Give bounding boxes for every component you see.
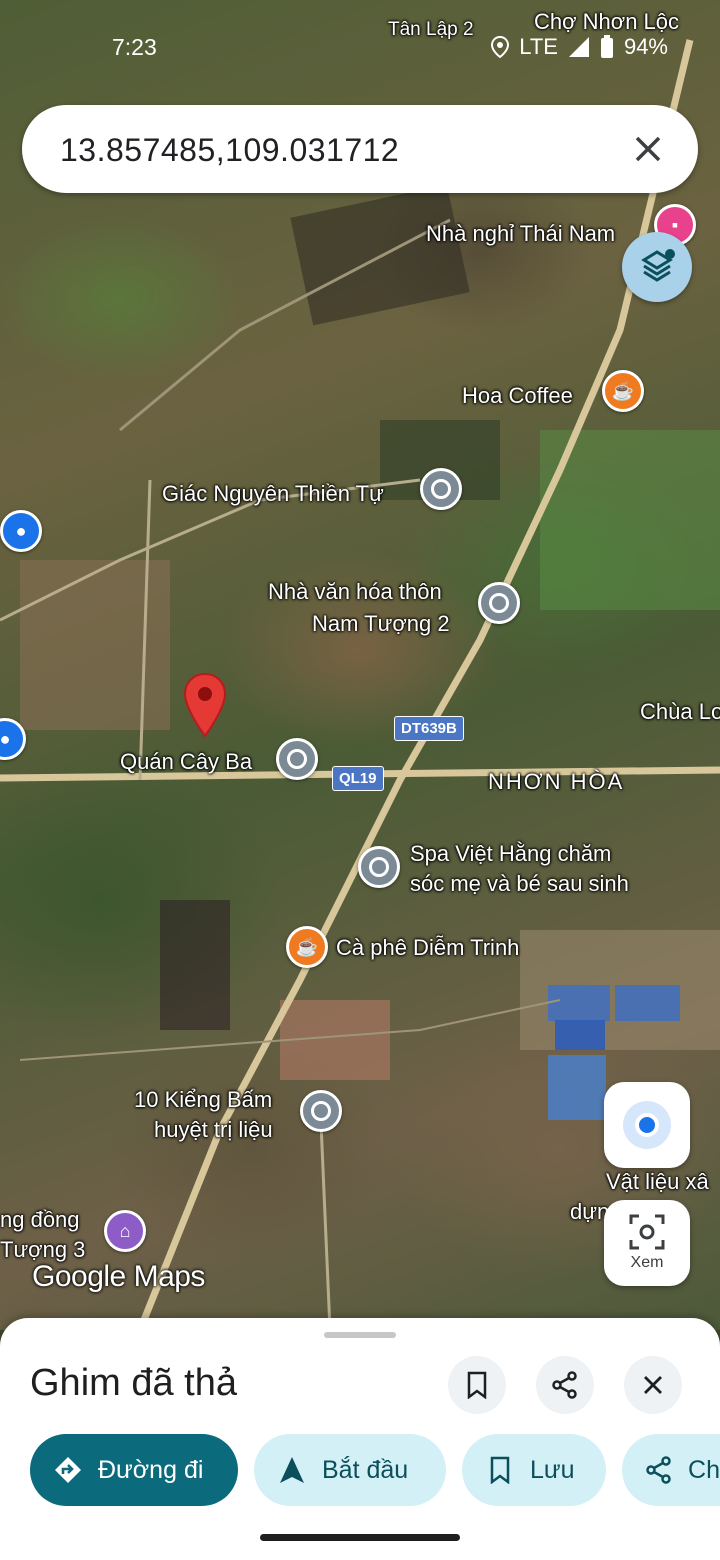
bookmark-icon: [467, 1371, 487, 1399]
google-maps-logo: Google Maps: [32, 1260, 205, 1293]
map-label: Spa Việt Hằng chăm: [410, 841, 612, 866]
battery-icon: [600, 35, 613, 58]
status-bar: 7:23 LTE 94%: [0, 0, 720, 90]
map-label: Hoa Coffee: [462, 383, 573, 408]
share-icon: [644, 1454, 674, 1486]
share-icon: [552, 1371, 577, 1399]
temple-pin-icon[interactable]: [420, 468, 462, 510]
search-bar[interactable]: 13.857485,109.031712: [22, 105, 698, 193]
map-label: 10 Kiểng Bấm: [134, 1087, 273, 1112]
share-chip-button[interactable]: Ch: [622, 1434, 720, 1506]
status-icons: LTE 94%: [491, 34, 668, 60]
directions-button[interactable]: Đường đi: [30, 1434, 238, 1506]
place-pin-icon[interactable]: [478, 582, 520, 624]
view-button[interactable]: Xem: [604, 1200, 690, 1286]
my-location-button[interactable]: [604, 1082, 690, 1168]
bookmark-icon: [484, 1454, 516, 1486]
clear-search-button[interactable]: [626, 127, 670, 171]
map-label: Nam Tượng 2: [312, 611, 450, 636]
place-sheet[interactable]: Ghim đã thả Đường đi Bắt đầu Lưu Ch: [0, 1318, 720, 1560]
map-label: huyệt trị liệu: [154, 1117, 273, 1142]
coffee-pin-icon[interactable]: ☕: [602, 370, 644, 412]
directions-label: Đường đi: [98, 1455, 204, 1484]
start-label: Bắt đầu: [322, 1455, 409, 1484]
my-location-icon: [635, 1113, 659, 1137]
share-label: Ch: [688, 1455, 720, 1484]
battery-level: 94%: [623, 34, 668, 59]
map-label: Nhà nghỉ Thái Nam: [426, 221, 616, 246]
map-label: Chùa Lo: [640, 699, 720, 724]
start-button[interactable]: Bắt đầu: [254, 1434, 446, 1506]
map-label: Cà phê Diễm Trinh: [336, 935, 520, 960]
road-shield-ql19: QL19: [332, 766, 384, 791]
map-label: Vật liệu xâ: [606, 1169, 709, 1194]
close-icon: [635, 136, 661, 162]
shop-pin-icon[interactable]: ●: [0, 510, 42, 552]
network-type: LTE: [519, 34, 558, 59]
map-label: Giác Nguyên Thiền Tự: [162, 481, 384, 506]
save-bookmark-button[interactable]: [448, 1356, 506, 1414]
signal-icon: [568, 37, 589, 57]
map-label: Quán Cây Ba: [120, 749, 253, 774]
layers-button[interactable]: [622, 232, 692, 302]
close-icon: [644, 1376, 662, 1394]
map-label: Nhà văn hóa thôn: [268, 579, 442, 604]
place-pin-icon[interactable]: [358, 846, 400, 888]
status-time: 7:23: [112, 34, 157, 60]
save-button[interactable]: Lưu: [462, 1434, 606, 1506]
map-label: sóc mẹ và bé sau sinh: [410, 871, 629, 896]
view-button-label: Xem: [630, 1254, 664, 1271]
community-pin-icon[interactable]: ⌂: [104, 1210, 146, 1252]
directions-icon: [52, 1454, 84, 1486]
camera-icon: [629, 1214, 665, 1250]
place-title: Ghim đã thả: [30, 1362, 237, 1404]
map-label: ng đồng: [0, 1207, 80, 1232]
dropped-pin-icon[interactable]: [182, 672, 228, 738]
place-pin-icon[interactable]: [300, 1090, 342, 1132]
navigation-arrow-icon: [276, 1454, 308, 1486]
map-label: NHƠN HÒA: [488, 769, 625, 794]
sheet-drag-handle[interactable]: [324, 1332, 396, 1338]
close-sheet-button[interactable]: [624, 1356, 682, 1414]
gesture-nav-bar[interactable]: [260, 1534, 460, 1541]
save-label: Lưu: [530, 1455, 575, 1484]
search-input[interactable]: 13.857485,109.031712: [60, 132, 399, 169]
location-icon: [491, 36, 510, 58]
road-shield-dt639b: DT639B: [394, 716, 464, 741]
share-button[interactable]: [536, 1356, 594, 1414]
coffee-pin-icon[interactable]: ☕: [286, 926, 328, 968]
place-pin-icon[interactable]: [276, 738, 318, 780]
layers-icon: [641, 249, 675, 282]
